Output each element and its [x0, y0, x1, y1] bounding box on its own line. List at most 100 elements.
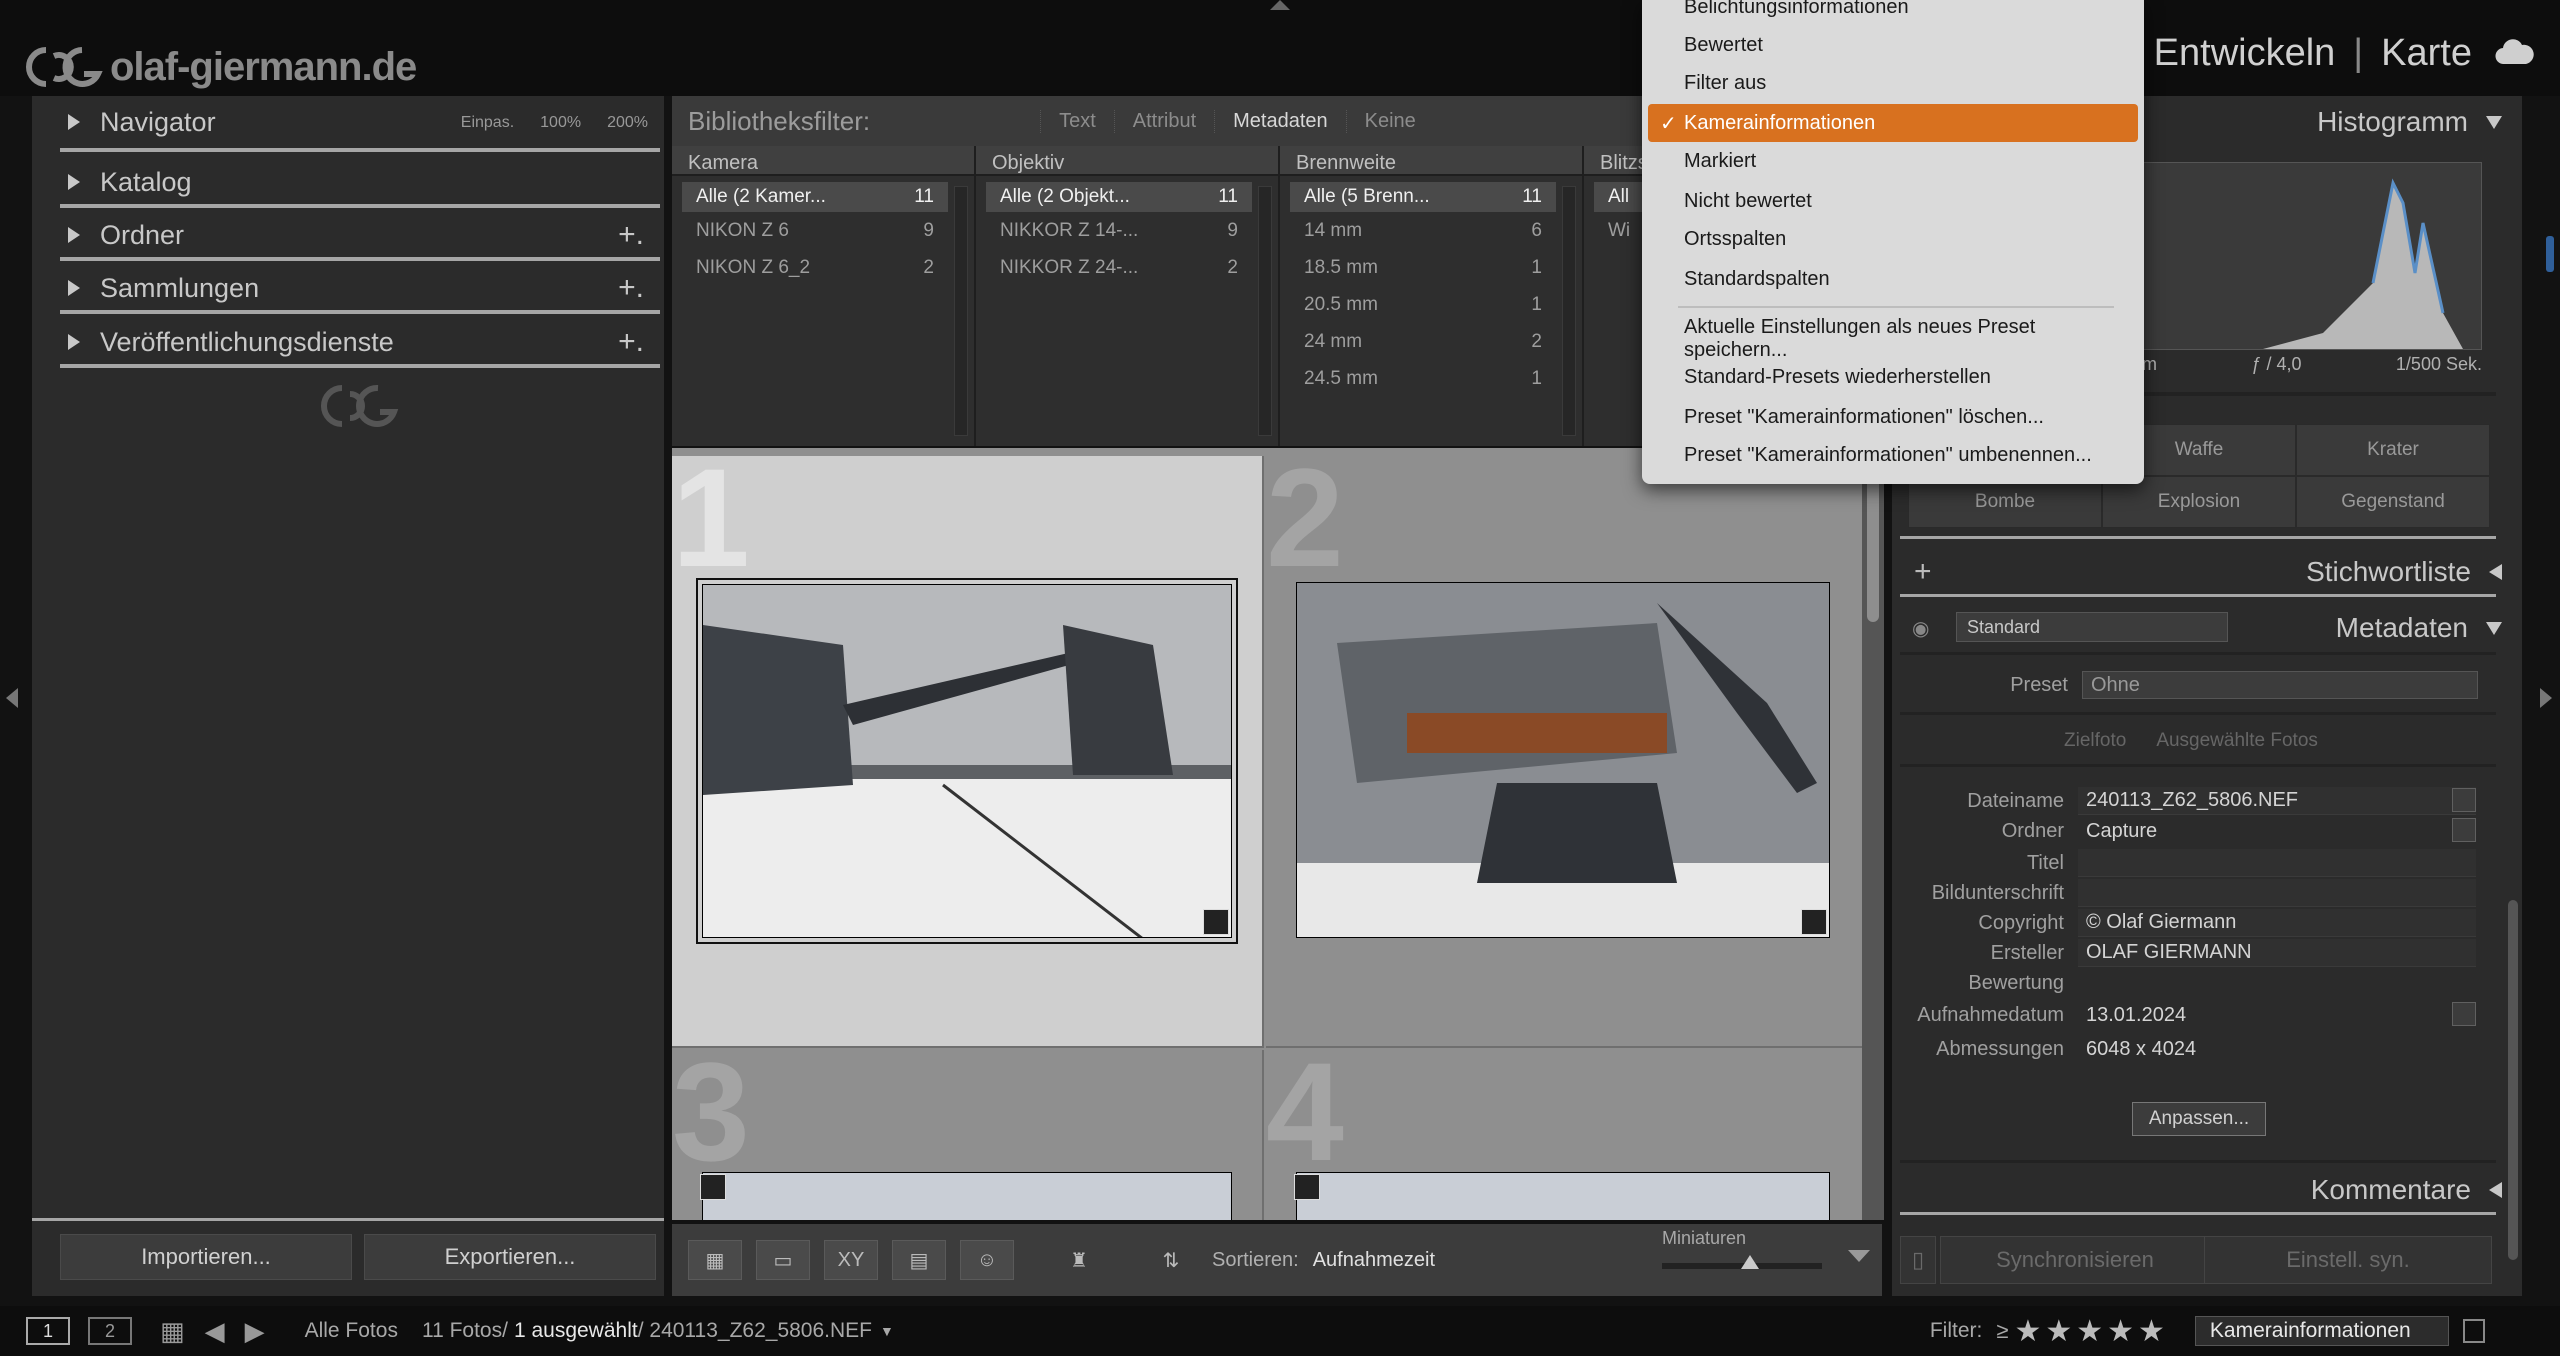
metadata-header[interactable]: ◉ Standard Metadaten: [1892, 602, 2522, 654]
menu-action-save-preset[interactable]: Aktuelle Einstellungen als neues Preset …: [1648, 316, 2138, 361]
primary-display-button[interactable]: 1: [26, 1317, 70, 1345]
column-scrollbar[interactable]: [1258, 186, 1272, 436]
filter-row[interactable]: 18.5 mm 1: [1280, 249, 1556, 286]
filter-row[interactable]: NIKKOR Z 14-... 9: [976, 212, 1252, 249]
photo-thumbnail[interactable]: [1296, 1172, 1830, 1220]
module-develop[interactable]: Entwickeln: [2154, 32, 2336, 75]
keyword-suggestion[interactable]: Krater: [2296, 424, 2490, 476]
menu-item-preset[interactable]: Standardspalten: [1648, 260, 2138, 298]
grid-cell[interactable]: 4: [1266, 1042, 1872, 1220]
forward-arrow-icon[interactable]: ▶: [245, 1316, 265, 1347]
filter-lock-icon[interactable]: [2462, 1319, 2485, 1343]
export-button[interactable]: Exportieren...: [364, 1234, 656, 1280]
filter-preset-dropdown[interactable]: Kamerainformationen: [2194, 1316, 2449, 1346]
survey-view-icon[interactable]: ▤: [892, 1240, 946, 1280]
add-folder-icon[interactable]: +.: [618, 218, 644, 252]
sort-dropdown[interactable]: Aufnahmezeit: [1313, 1249, 1435, 1272]
slider-knob[interactable]: [1741, 1255, 1759, 1269]
metadata-field-value[interactable]: © Olaf Giermann: [2078, 909, 2476, 937]
filter-row[interactable]: NIKON Z 69: [672, 212, 948, 249]
source-label[interactable]: Alle Fotos: [305, 1319, 398, 1343]
filter-operator[interactable]: ≥: [1996, 1318, 2008, 1344]
eye-icon[interactable]: ◉: [1912, 616, 1929, 641]
filter-row[interactable]: 24 mm 2: [1280, 323, 1556, 360]
menu-action-restore-presets[interactable]: Standard-Presets wiederherstellen: [1648, 358, 2138, 396]
filter-tab-none[interactable]: Keine: [1345, 109, 1434, 133]
column-scrollbar[interactable]: [954, 186, 968, 436]
grid-view-icon[interactable]: ▦: [688, 1240, 742, 1280]
filter-row[interactable]: Alle (2 Objekt... 11: [986, 182, 1252, 212]
menu-item-preset[interactable]: Bewertet: [1648, 26, 2138, 64]
field-action-icon[interactable]: [2452, 1002, 2476, 1026]
cloud-icon[interactable]: [2494, 38, 2534, 71]
filter-tab-text[interactable]: Text: [1040, 109, 1114, 133]
column-scrollbar[interactable]: [1562, 186, 1576, 436]
field-action-icon[interactable]: [2452, 818, 2476, 842]
add-keyword-icon[interactable]: +: [1914, 555, 1932, 589]
import-button[interactable]: Importieren...: [60, 1234, 352, 1280]
grid-cell[interactable]: 2: [1266, 448, 1872, 1048]
menu-item-preset[interactable]: Belichtungsinformationen: [1648, 0, 2138, 26]
back-arrow-icon[interactable]: ◀: [205, 1316, 225, 1347]
rating-filter-stars[interactable]: ★★★★★: [2014, 1314, 2168, 1349]
right-panel-toggle-icon[interactable]: [2540, 688, 2552, 708]
filter-row[interactable]: Alle (5 Brenn... 11: [1290, 182, 1556, 212]
catalog-header[interactable]: Katalog: [32, 156, 664, 208]
publish-services-header[interactable]: Veröffentlichungsdienste +.: [32, 316, 664, 368]
grid-cell[interactable]: 3: [672, 1042, 1264, 1220]
column-header[interactable]: Kamera: [672, 146, 974, 176]
filter-row[interactable]: NIKON Z 6_2 2: [672, 249, 948, 286]
file-dropdown-icon[interactable]: ▼: [880, 1323, 894, 1339]
metadata-view-select[interactable]: Standard: [1956, 612, 2228, 642]
painter-icon[interactable]: ♜: [1052, 1240, 1106, 1280]
filter-tab-metadata[interactable]: Metadaten: [1214, 109, 1346, 133]
filter-row[interactable]: 14 mm 6: [1280, 212, 1556, 249]
loupe-view-icon[interactable]: ▭: [756, 1240, 810, 1280]
grid-mode-icon[interactable]: ▦: [160, 1316, 185, 1347]
metadata-field-value[interactable]: 240113_Z62_5806.NEF: [2078, 787, 2476, 815]
keyword-suggestion[interactable]: Gegenstand: [2296, 476, 2490, 528]
filter-row[interactable]: 24.5 mm 1: [1280, 360, 1556, 397]
menu-item-preset[interactable]: Filter aus: [1648, 64, 2138, 102]
navigator-header[interactable]: Navigator Einpas. 100% 200%: [32, 96, 664, 148]
column-header[interactable]: Objektiv: [976, 146, 1278, 176]
add-collection-icon[interactable]: +.: [618, 271, 644, 305]
zoom-200[interactable]: 200%: [607, 114, 648, 132]
menu-action-delete-preset[interactable]: Preset "Kamerainformationen" löschen...: [1648, 398, 2138, 436]
filter-row[interactable]: NIKKOR Z 24-... 2: [976, 249, 1252, 286]
sort-direction-icon[interactable]: ⇅: [1144, 1240, 1198, 1280]
metadata-field-value[interactable]: [2078, 969, 2476, 997]
sync-toggle-icon[interactable]: ▯: [1900, 1236, 1936, 1284]
metadata-field-value[interactable]: 13.01.2024: [2078, 1001, 2476, 1029]
target-photo-tab[interactable]: Zielfoto: [2064, 730, 2126, 752]
top-panel-toggle-icon[interactable]: [1270, 0, 1290, 10]
secondary-display-button[interactable]: 2: [88, 1317, 132, 1345]
metadata-field-value[interactable]: [2078, 849, 2476, 877]
metadata-field-value[interactable]: OLAF GIERMANN: [2078, 939, 2476, 967]
filter-tab-attribute[interactable]: Attribut: [1113, 109, 1214, 133]
grid-cell[interactable]: 1: [672, 448, 1264, 1048]
filter-row[interactable]: 20.5 mm 1: [1280, 286, 1556, 323]
module-map[interactable]: Karte: [2381, 32, 2472, 75]
collections-header[interactable]: Sammlungen +.: [32, 262, 664, 314]
left-panel-toggle-icon[interactable]: [6, 688, 18, 708]
people-view-icon[interactable]: ☺: [960, 1240, 1014, 1280]
metadata-field-value[interactable]: 6048 x 4024: [2078, 1035, 2476, 1063]
right-panel-scrollbar[interactable]: [2508, 900, 2518, 1260]
photo-thumbnail[interactable]: [702, 1172, 1232, 1220]
toolbar-menu-icon[interactable]: [1848, 1250, 1870, 1262]
filter-row[interactable]: Alle (2 Kamer... 11: [682, 182, 948, 212]
histogram-graph[interactable]: [2142, 162, 2482, 350]
selected-photos-tab[interactable]: Ausgewählte Fotos: [2156, 730, 2318, 752]
menu-item-preset[interactable]: Nicht bewertet: [1648, 182, 2138, 220]
menu-action-rename-preset[interactable]: Preset "Kamerainformationen" umbenennen.…: [1648, 436, 2138, 474]
compare-view-icon[interactable]: XY: [824, 1240, 878, 1280]
zoom-100[interactable]: 100%: [540, 114, 581, 132]
metadata-field-value[interactable]: [2078, 879, 2476, 907]
grid-scrollbar[interactable]: [1862, 448, 1884, 1220]
folders-header[interactable]: Ordner +.: [32, 209, 664, 261]
keyword-list-header[interactable]: + Stichwortliste: [1892, 546, 2522, 598]
customize-button[interactable]: Anpassen...: [2132, 1102, 2266, 1136]
photo-thumbnail[interactable]: [1296, 582, 1830, 938]
comments-header[interactable]: Kommentare: [1892, 1164, 2522, 1216]
